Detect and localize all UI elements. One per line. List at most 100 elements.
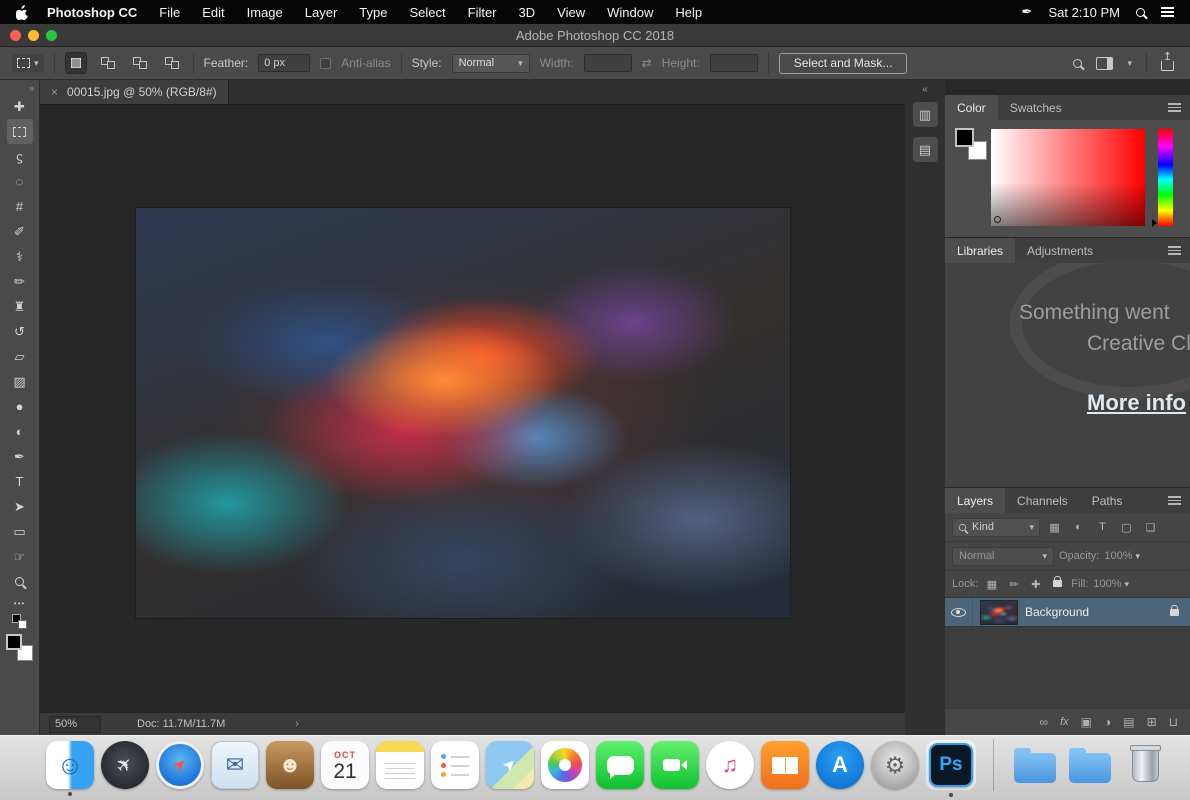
lock-all-icon[interactable] (1049, 576, 1066, 590)
tab-adjustments[interactable]: Adjustments (1015, 238, 1105, 263)
tool-preset-button[interactable]: ▾ (12, 54, 44, 72)
move-tool[interactable]: ✚ (7, 94, 33, 119)
layer-style-icon[interactable]: fx (1060, 716, 1069, 728)
expand-panels-icon[interactable]: « (905, 84, 945, 95)
dock-trash[interactable] (1121, 741, 1169, 789)
hue-slider-marker[interactable] (1152, 219, 1157, 227)
collapsed-panel-button-2[interactable]: ▤ (912, 137, 938, 162)
link-dimensions-icon[interactable]: ⇄ (642, 56, 652, 70)
width-input[interactable] (583, 54, 632, 72)
layer-visibility-toggle[interactable] (945, 598, 973, 626)
new-group-icon[interactable]: ▤ (1123, 715, 1134, 729)
blend-mode-dropdown[interactable]: Normal ▾ (952, 546, 1054, 566)
tab-layers[interactable]: Layers (945, 488, 1006, 513)
rectangular-marquee-tool[interactable] (6, 119, 33, 144)
lock-pixels-icon[interactable]: ✏ (1005, 578, 1022, 591)
fill-dropdown[interactable]: 100% ▾ (1093, 578, 1129, 590)
dock-reminders[interactable] (431, 741, 479, 789)
tab-libraries[interactable]: Libraries (945, 238, 1016, 263)
dock-calendar[interactable]: OCT 21 (321, 741, 369, 789)
more-info-link[interactable]: More info (1087, 390, 1186, 416)
tab-channels[interactable]: Channels (1005, 488, 1080, 513)
panel-menu-icon[interactable] (1168, 103, 1181, 112)
dock-system-preferences[interactable]: ⚙ (871, 741, 919, 789)
layer-lock-icon[interactable] (1170, 603, 1179, 621)
color-cursor[interactable] (994, 216, 1001, 223)
lock-position-icon[interactable]: ✚ (1027, 578, 1044, 591)
subtract-from-selection-button[interactable] (129, 52, 151, 74)
zoom-window-button[interactable] (46, 30, 57, 41)
dock-photoshop[interactable]: Ps (929, 743, 973, 787)
foreground-color-swatch[interactable] (955, 128, 974, 147)
spotlight-icon[interactable] (1136, 7, 1145, 17)
tab-color[interactable]: Color (945, 95, 998, 120)
dock-finder[interactable]: ☺ (46, 741, 94, 796)
new-adjustment-layer-icon[interactable]: ◑ (1104, 715, 1111, 729)
color-swatch-pair[interactable] (955, 128, 987, 160)
notification-center-icon[interactable] (1161, 7, 1174, 17)
quick-selection-tool[interactable]: ◌ (7, 169, 33, 194)
dock-contacts[interactable]: ☻ (266, 741, 314, 789)
menu-item-window[interactable]: Window (607, 5, 653, 20)
select-and-mask-button[interactable]: Select and Mask... (778, 52, 908, 74)
feather-input[interactable]: 0 px (258, 54, 311, 72)
ink-menu-extra-icon[interactable]: ✒ (1022, 4, 1033, 20)
dock-facetime[interactable] (651, 741, 699, 789)
filter-shape-layers-icon[interactable]: ▢ (1117, 521, 1136, 534)
foreground-background-swatches[interactable] (6, 634, 33, 661)
hand-tool[interactable]: ☞ (7, 544, 33, 569)
filter-type-layers-icon[interactable]: T (1093, 521, 1112, 533)
dock-downloads-folder[interactable] (1011, 741, 1059, 789)
dodge-tool[interactable]: ◐ (7, 419, 33, 444)
brush-tool[interactable]: ✏ (7, 269, 33, 294)
dock-launchpad[interactable]: ✈ (101, 741, 149, 789)
layer-thumbnail[interactable] (980, 599, 1018, 625)
menu-item-type[interactable]: Type (359, 5, 387, 20)
zoom-level-field[interactable]: 50% (49, 715, 101, 733)
delete-layer-icon[interactable]: ⊔ (1169, 715, 1178, 729)
search-icon[interactable] (1073, 58, 1083, 68)
eraser-tool[interactable]: ▱ (7, 344, 33, 369)
crop-tool[interactable]: # (7, 194, 33, 219)
rectangle-tool[interactable]: ▭ (7, 519, 33, 544)
canvas-image[interactable] (136, 208, 790, 618)
menu-item-view[interactable]: View (557, 5, 585, 20)
gradient-tool[interactable]: ▨ (7, 369, 33, 394)
link-layers-icon[interactable]: ∞ (1040, 715, 1049, 729)
apple-menu-icon[interactable] (16, 4, 29, 20)
close-tab-icon[interactable]: × (51, 85, 58, 99)
style-dropdown[interactable]: Normal ▾ (451, 53, 530, 73)
panel-menu-icon[interactable] (1168, 496, 1181, 505)
add-layer-mask-icon[interactable]: ▣ (1081, 715, 1092, 729)
dock-app-store[interactable]: A (816, 741, 864, 789)
foreground-color-swatch[interactable] (6, 634, 22, 650)
pen-tool[interactable]: ✒ (7, 444, 33, 469)
menu-item-3d[interactable]: 3D (519, 5, 536, 20)
status-arrow-icon[interactable]: › (295, 718, 299, 730)
dock-itunes[interactable]: ♫ (706, 741, 754, 789)
anti-alias-checkbox[interactable] (320, 57, 332, 69)
layer-row-background[interactable]: Background (945, 598, 1190, 627)
menu-item-select[interactable]: Select (409, 5, 445, 20)
hue-slider[interactable] (1158, 129, 1173, 226)
layer-name[interactable]: Background (1025, 605, 1170, 619)
type-tool[interactable]: T (7, 469, 33, 494)
close-window-button[interactable] (10, 30, 21, 41)
history-brush-tool[interactable]: ↺ (7, 319, 33, 344)
panel-menu-icon[interactable] (1168, 246, 1181, 255)
dock-photoshop-active[interactable]: Ps (926, 740, 976, 797)
path-selection-tool[interactable]: ➤ (7, 494, 33, 519)
workspace-layout-icon[interactable] (1096, 56, 1114, 70)
add-to-selection-button[interactable] (97, 52, 119, 74)
new-selection-button[interactable] (64, 52, 87, 74)
saturation-field[interactable] (991, 129, 1145, 226)
doc-size-field[interactable]: Doc: 11.7M/11.7M › (137, 718, 299, 730)
collapsed-panel-button-1[interactable]: ▥ (912, 102, 938, 127)
dock-maps[interactable]: ➤ (486, 741, 534, 789)
edit-toolbar-icon[interactable]: ••• (14, 599, 25, 608)
dock-notes[interactable] (376, 741, 424, 789)
filter-adjustment-layers-icon[interactable]: ◐ (1069, 521, 1088, 533)
menu-item-image[interactable]: Image (247, 5, 283, 20)
eyedropper-tool[interactable]: ✐ (7, 219, 33, 244)
dock-safari[interactable]: ➤ (156, 741, 204, 789)
